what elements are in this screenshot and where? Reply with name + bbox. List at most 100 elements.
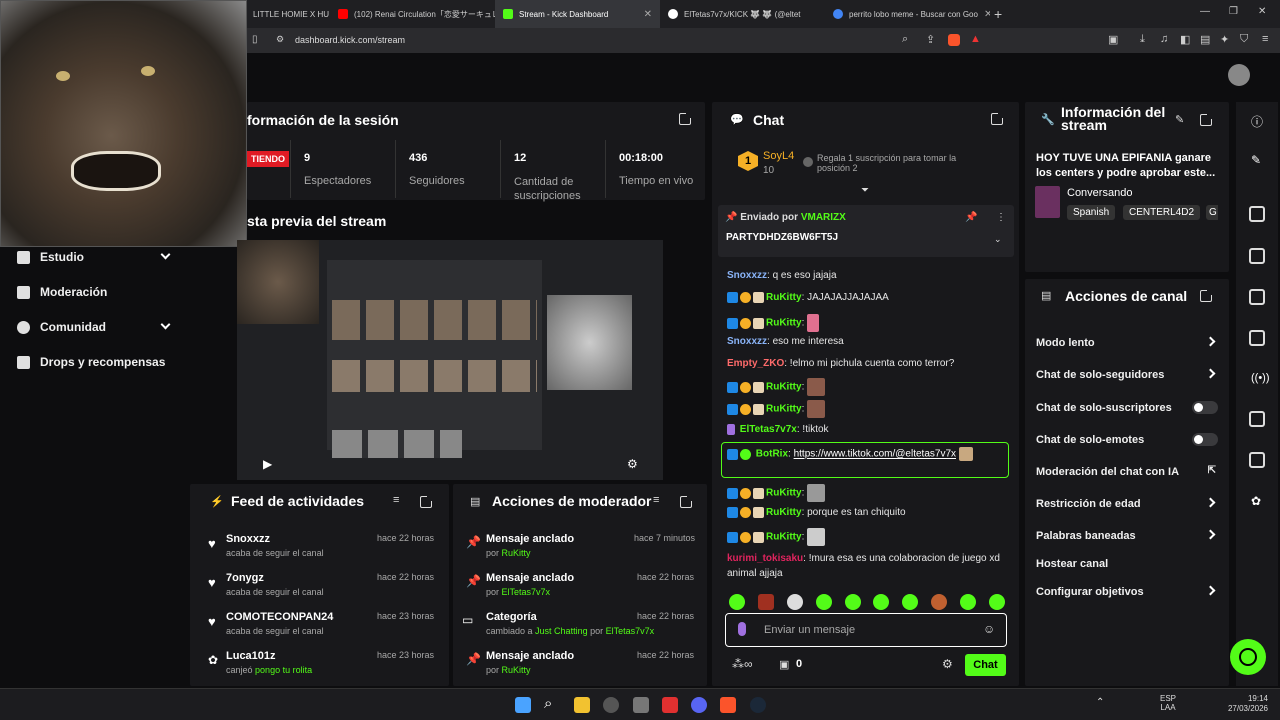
chat-settings-icon[interactable]: ⚙ <box>942 657 953 671</box>
close-window-icon[interactable]: ✕ <box>1258 6 1266 17</box>
chat-message[interactable]: RuKitty: JAJAJAJJAJAJAA <box>727 292 889 303</box>
emote-icon[interactable] <box>902 594 918 610</box>
chat-username[interactable]: RuKitty <box>766 382 802 393</box>
chat-username[interactable]: Snoxxzz <box>727 336 767 347</box>
avatar[interactable] <box>1228 64 1250 86</box>
file-explorer-icon[interactable] <box>574 697 590 713</box>
chevron-down-icon[interactable]: ⌄ <box>994 234 1002 245</box>
mod-action-user[interactable]: ElTetas7v7x <box>502 587 551 597</box>
chat-username[interactable]: RuKitty <box>766 532 802 543</box>
clock[interactable]: 19:14 27/03/2026 <box>1226 694 1268 714</box>
site-info-icon[interactable]: ⚙ <box>276 34 284 45</box>
expand-icon[interactable] <box>680 495 693 508</box>
chat-message[interactable]: RuKitty: <box>727 400 826 418</box>
chat-message[interactable]: RuKitty: <box>727 314 820 332</box>
action-modo-lento[interactable]: Modo lento <box>1036 336 1218 349</box>
browser-tab[interactable]: (102) Renai Circulation「恋愛サーキュレ ✕ <box>330 0 495 28</box>
chat-message[interactable]: Snoxxzz: eso me interesa <box>727 336 844 347</box>
action-palabras-baneadas[interactable]: Palabras baneadas <box>1036 529 1218 542</box>
app-icon[interactable] <box>662 697 678 713</box>
chat-message[interactable]: kurimi_tokisaku: !mura esa es una colabo… <box>727 551 1002 581</box>
action-configurar-objetivos[interactable]: Configurar objetivos <box>1036 585 1218 598</box>
send-chat-button[interactable]: Chat <box>965 654 1006 676</box>
chat-username[interactable]: kurimi_tokisaku <box>727 553 803 564</box>
drops-icon[interactable]: ✿ <box>1251 494 1261 508</box>
collapse-icon[interactable]: ⏷ <box>861 185 869 196</box>
expand-icon[interactable] <box>1200 289 1213 302</box>
chat-input[interactable]: Enviar un mensaje ☺ <box>725 613 1007 647</box>
action-solo-seguidores[interactable]: Chat de solo-seguidores <box>1036 368 1218 381</box>
settings-icon[interactable]: ⚙ <box>627 457 638 471</box>
wallet-icon[interactable]: ▤ <box>1200 33 1210 46</box>
windows-start-icon[interactable] <box>515 697 531 713</box>
chat-message[interactable]: RuKitty: <box>727 484 826 502</box>
url-field[interactable]: dashboard.kick.com/stream <box>295 35 405 45</box>
chat-message[interactable]: Snoxxzz: q es eso jajaja <box>727 270 837 281</box>
expand-icon[interactable] <box>420 495 433 508</box>
emote-icon[interactable] <box>758 594 774 610</box>
mod-action-user[interactable]: RuKitty <box>502 665 531 675</box>
edit-icon[interactable]: ✎ <box>1175 113 1184 126</box>
top-gifter-name[interactable]: SoyL4 <box>763 150 794 162</box>
help-button[interactable] <box>1230 639 1266 675</box>
mod-action-user[interactable]: ElTetas7v7x <box>606 626 655 636</box>
chat-username[interactable]: RuKitty <box>766 507 802 518</box>
toggle-switch[interactable] <box>1192 401 1218 414</box>
rewards-icon[interactable]: ▲ <box>970 33 981 45</box>
menu-icon[interactable]: ≡ <box>1262 33 1268 45</box>
share-icon[interactable]: ⇪ <box>926 33 935 46</box>
wrench-icon[interactable] <box>1249 452 1265 468</box>
vpn-icon[interactable]: ⛉ <box>1240 33 1248 46</box>
expand-icon[interactable] <box>679 112 692 125</box>
search-icon[interactable]: ⌕ <box>544 695 552 712</box>
category-name[interactable]: Conversando <box>1067 187 1132 199</box>
zoom-icon[interactable]: ⌕ <box>902 33 908 46</box>
browser-tab[interactable]: ElTetas7v7x/KICK 🐺 🐺 (@eltet <box>660 0 825 28</box>
action-moderacion-ia[interactable]: Moderación del chat con IA ⇱ <box>1036 465 1218 478</box>
leo-icon[interactable]: ✦ <box>1220 33 1229 46</box>
gift-box-icon[interactable]: ▣ <box>779 658 789 671</box>
chat-username[interactable]: Snoxxzz <box>727 270 767 281</box>
maximize-icon[interactable]: ❐ <box>1229 6 1238 17</box>
play-icon[interactable]: ▶ <box>263 457 272 471</box>
discord-icon[interactable] <box>691 697 707 713</box>
sidebar-item-comunidad[interactable]: Comunidad <box>17 319 171 334</box>
bookmark-icon[interactable]: ▯ <box>252 34 258 45</box>
action-hostear-canal[interactable]: Hostear canal <box>1036 558 1218 570</box>
chat-message[interactable]: Empty_ZKO: !elmo mi pichula cuenta como … <box>727 358 954 369</box>
chat-message[interactable]: ElTetas7v7x: !tiktok <box>727 424 829 435</box>
chat-username[interactable]: Empty_ZKO <box>727 358 784 369</box>
sidebar-toggle-icon[interactable]: ◧ <box>1180 33 1190 46</box>
browser-tab[interactable]: perrito lobo meme - Buscar con Goo ✕ <box>825 0 990 28</box>
emote-icon[interactable] <box>845 594 861 610</box>
sidebar-item-estudio[interactable]: Estudio <box>17 249 171 264</box>
pin-toggle-icon[interactable]: 📌 <box>965 212 977 223</box>
extensions-icon[interactable]: ▣ <box>1108 33 1118 46</box>
points-icon[interactable]: ⁂∞ <box>732 657 753 671</box>
brave-icon[interactable] <box>720 697 736 713</box>
expand-icon[interactable] <box>1200 113 1213 126</box>
filter-icon[interactable]: ≡ <box>393 494 399 506</box>
chat-username[interactable]: ElTetas7v7x <box>740 424 797 435</box>
emote-icon[interactable] <box>816 594 832 610</box>
emoji-icon[interactable]: ☺ <box>983 622 995 636</box>
chat-message[interactable]: BotRix: https://www.tiktok.com/@eltetas7… <box>727 447 973 461</box>
category-name[interactable]: Just Chatting <box>535 626 588 636</box>
app-icon[interactable] <box>603 697 619 713</box>
chat-username[interactable]: RuKitty <box>766 318 802 329</box>
emote-icon[interactable] <box>873 594 889 610</box>
emote-icon[interactable] <box>960 594 976 610</box>
emote-icon[interactable] <box>729 594 745 610</box>
pinned-user[interactable]: VMARIZX <box>801 212 846 223</box>
chat-message[interactable]: RuKitty: <box>727 528 826 546</box>
chat-username[interactable]: RuKitty <box>766 292 802 303</box>
close-icon[interactable]: ✕ <box>644 9 652 20</box>
expand-icon[interactable] <box>991 112 1004 125</box>
filter-icon[interactable]: ≡ <box>653 494 659 506</box>
mod-action-user[interactable]: RuKitty <box>502 548 531 558</box>
brave-shield-icon[interactable] <box>948 34 960 46</box>
bolt-icon[interactable] <box>1249 248 1265 264</box>
sidebar-item-drops[interactable]: Drops y recompensas <box>17 355 165 369</box>
document-icon[interactable] <box>1249 289 1265 305</box>
edit-icon[interactable]: ✎ <box>1251 153 1261 167</box>
